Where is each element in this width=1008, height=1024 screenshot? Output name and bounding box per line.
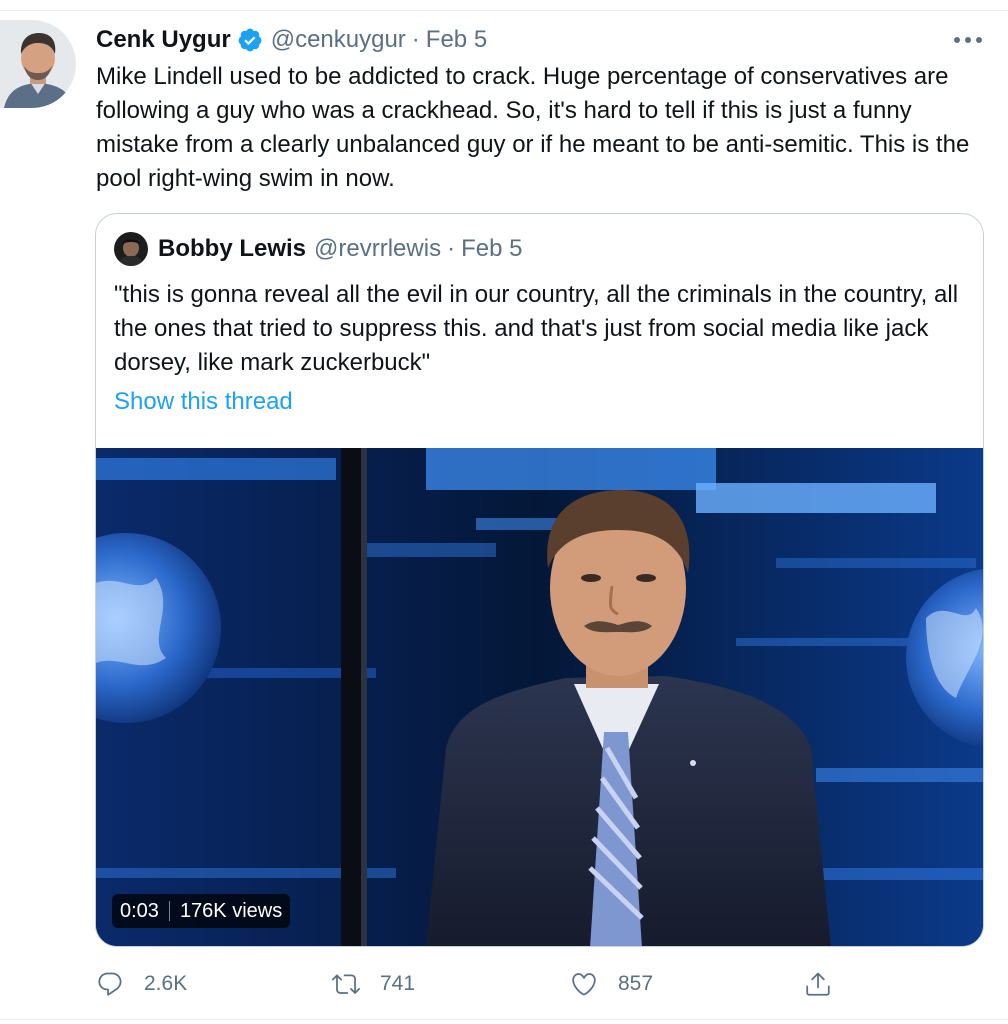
reply-icon [98,972,122,996]
video-frame [96,448,983,946]
share-button[interactable] [804,962,852,1006]
video-time: 0:03 [120,899,159,922]
video-player[interactable]: 0:03 176K views [96,448,983,946]
tweet-header: Cenk Uygur @cenkuygur · Feb 5 [96,24,487,56]
more-dot [976,37,982,43]
retweet-count: 741 [380,972,416,995]
video-views: 176K views [179,899,283,922]
like-count: 857 [618,972,654,995]
tweet-date[interactable]: Feb 5 [426,26,487,54]
separator-dot: · [411,26,420,53]
retweet-icon [332,974,360,994]
author-name[interactable]: Cenk Uygur [96,26,231,54]
verified-badge-icon [237,27,263,53]
badge-divider [168,901,170,921]
quoted-separator-dot: · [447,235,456,262]
top-divider [0,10,1008,11]
more-options-icon[interactable] [954,30,982,50]
tweet-actions: 2.6K 741 857 [96,962,856,1006]
like-button[interactable]: 857 [570,962,653,1006]
tweet-text: Mike Lindell used to be addicted to crac… [96,63,970,192]
quoted-author-avatar[interactable] [114,232,148,266]
retweet-button[interactable]: 741 [332,962,415,1006]
quoted-author-handle[interactable]: @revrrlewis [314,235,441,263]
video-stats-badge: 0:03 176K views [112,894,291,928]
quoted-tweet-date[interactable]: Feb 5 [461,235,522,263]
reply-button[interactable]: 2.6K [96,962,187,1006]
reply-count: 2.6K [144,972,188,995]
more-dot [954,37,960,43]
quoted-author-name[interactable]: Bobby Lewis [158,235,306,263]
more-dot [965,37,971,43]
heart-icon [572,973,596,996]
bottom-divider [0,1019,1008,1020]
quoted-tweet-header: Bobby Lewis @revrrlewis · Feb 5 [114,232,522,266]
share-icon [806,972,830,996]
author-avatar[interactable] [0,20,76,108]
quoted-tweet-card[interactable]: Bobby Lewis @revrrlewis · Feb 5 "this is… [95,213,984,947]
quoted-tweet-text: "this is gonna reveal all the evil in ou… [114,281,959,376]
show-thread-link[interactable]: Show this thread [114,388,293,416]
author-handle[interactable]: @cenkuygur [271,26,406,54]
